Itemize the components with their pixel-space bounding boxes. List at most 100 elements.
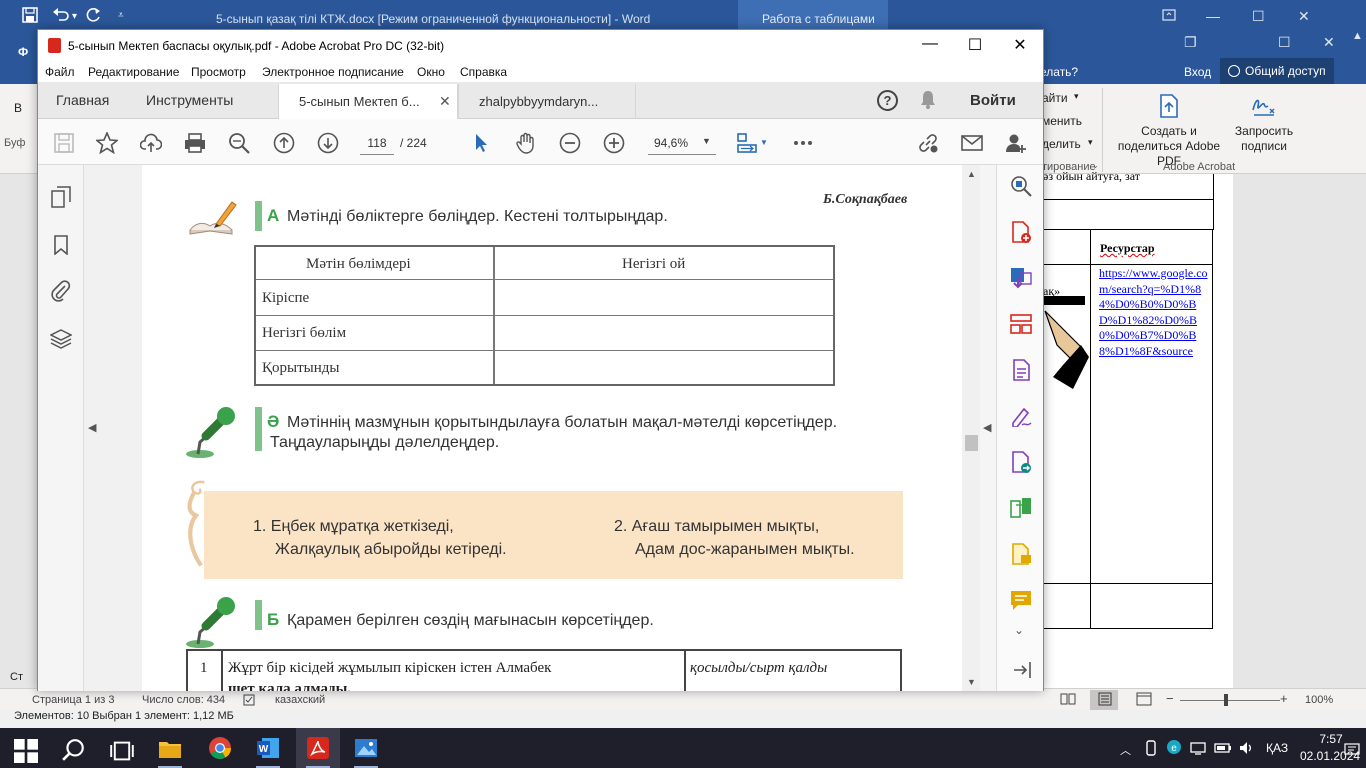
tray-overflow-icon[interactable]: ︿ xyxy=(1120,742,1131,758)
menu-file[interactable]: Файл xyxy=(45,65,75,79)
search-icon[interactable] xyxy=(62,738,86,762)
web-layout-icon[interactable] xyxy=(1136,692,1152,709)
word-ribbon-display-icon[interactable] xyxy=(1162,8,1176,25)
scroll-up-icon[interactable]: ▲ xyxy=(967,169,976,179)
word-maximize-icon[interactable]: ☐ xyxy=(1252,8,1265,25)
organize-pages-icon[interactable] xyxy=(1010,313,1032,335)
hand-tool-icon[interactable] xyxy=(515,132,537,154)
photos-app-icon[interactable] xyxy=(354,736,378,760)
acrobat-app-icon[interactable] xyxy=(306,736,330,760)
notification-icon[interactable] xyxy=(1344,743,1360,757)
acrobat-minimize-icon[interactable]: — xyxy=(915,35,945,53)
tray-device-icon[interactable] xyxy=(1144,740,1158,756)
word2-close-icon[interactable]: ✕ xyxy=(1323,34,1335,51)
compare-files-icon[interactable] xyxy=(1010,497,1032,519)
menu-view[interactable]: Просмотр xyxy=(191,65,246,79)
acrobat-vertical-scrollbar[interactable]: ▲ ▼ xyxy=(963,165,980,691)
task-view-icon[interactable] xyxy=(110,739,134,763)
prepare-form-icon[interactable] xyxy=(1010,543,1032,565)
file-explorer-icon[interactable] xyxy=(158,737,182,761)
acrobat-close-icon[interactable]: ✕ xyxy=(1005,35,1035,55)
right-pane-toggle[interactable]: ◀ xyxy=(980,165,996,691)
menu-esign[interactable]: Электронное подписание xyxy=(262,65,404,79)
signin-button[interactable]: Войти xyxy=(970,92,1016,109)
zoom-out-icon[interactable]: − xyxy=(1166,691,1174,706)
word-status-page[interactable]: Страница 1 из 3 xyxy=(32,694,114,706)
read-mode-icon[interactable] xyxy=(1060,692,1076,709)
help-icon[interactable]: ? xyxy=(877,90,898,111)
tab-document-1[interactable]: 5-сынып Мектеп б... ✕ xyxy=(278,84,458,119)
page-number-input[interactable]: 118 xyxy=(360,131,394,155)
word-save-icon[interactable] xyxy=(22,7,38,27)
menu-help[interactable]: Справка xyxy=(460,65,507,79)
scroll-down-icon[interactable]: ▼ xyxy=(967,677,976,687)
attachments-icon[interactable] xyxy=(51,280,71,302)
word-vertical-scrollbar[interactable] xyxy=(1345,174,1366,688)
word-find-caret-icon[interactable]: ▾ xyxy=(1074,91,1079,102)
word-select-caret-icon[interactable]: ▾ xyxy=(1088,137,1093,148)
tray-clock-time[interactable]: 7:57 xyxy=(1314,732,1348,746)
word-select-button[interactable]: делить xyxy=(1042,137,1081,151)
tray-battery-icon[interactable] xyxy=(1214,741,1232,755)
windows-start-icon[interactable] xyxy=(14,739,38,763)
word-app-icon[interactable]: W xyxy=(256,736,280,760)
word2-maximize-icon[interactable]: ☐ xyxy=(1278,34,1291,51)
page-thumbnails-icon[interactable] xyxy=(51,186,71,208)
fill-sign-icon[interactable] xyxy=(1010,405,1032,427)
word2-restore-icon[interactable]: ❐ xyxy=(1184,34,1197,51)
word-customize-qat-icon[interactable]: ⩡ xyxy=(118,10,124,21)
bookmarks-icon[interactable] xyxy=(53,235,69,255)
tray-volume-icon[interactable] xyxy=(1238,740,1254,756)
tray-network-icon[interactable] xyxy=(1190,740,1206,756)
scroll-thumb[interactable] xyxy=(965,435,978,451)
collapse-left-pane-icon[interactable]: ◀ xyxy=(88,421,96,434)
email-icon[interactable] xyxy=(961,132,983,154)
chrome-icon[interactable] xyxy=(208,736,232,760)
expand-right-pane-icon[interactable]: ◀ xyxy=(983,421,991,434)
more-tools-icon[interactable] xyxy=(792,132,814,154)
page-down-icon[interactable] xyxy=(317,132,339,154)
menu-edit[interactable]: Редактирование xyxy=(88,65,179,79)
word-undo-dropdown-icon[interactable]: ▾ xyxy=(72,11,77,22)
spellcheck-icon[interactable] xyxy=(243,694,257,709)
enhance-scan-icon[interactable] xyxy=(1010,175,1032,197)
print-icon[interactable] xyxy=(184,132,206,154)
word-replace-button[interactable]: менить xyxy=(1042,114,1082,128)
word-tell-me[interactable]: елать? xyxy=(1040,65,1078,79)
word-minimize-icon[interactable]: — xyxy=(1206,8,1220,24)
send-for-signature-icon[interactable] xyxy=(1010,451,1032,473)
word-status-zoom[interactable]: 100% xyxy=(1305,694,1333,706)
zoom-slider[interactable] xyxy=(1180,700,1280,701)
word-resource-link[interactable]: https://www.google.com/search?q=%D1%84%D… xyxy=(1099,266,1209,359)
word-redo-icon[interactable] xyxy=(86,7,102,27)
page-up-icon[interactable] xyxy=(273,132,295,154)
tab-document-2[interactable]: zhalpybbyymdaryn... xyxy=(458,84,636,119)
export-pdf-icon[interactable] xyxy=(1010,267,1032,289)
bookmark-star-icon[interactable] xyxy=(96,132,118,154)
tray-app-icon[interactable]: e xyxy=(1166,739,1182,755)
word-find-button[interactable]: айти xyxy=(1042,91,1068,105)
search-zoom-icon[interactable] xyxy=(228,132,250,154)
word-login-link[interactable]: Вход xyxy=(1184,65,1211,79)
menu-window[interactable]: Окно xyxy=(417,65,445,79)
zoom-in-icon[interactable] xyxy=(603,132,625,154)
word-request-sign-button[interactable]: Запросить подписи xyxy=(1230,92,1298,154)
word-status-words[interactable]: Число слов: 434 xyxy=(142,694,225,706)
word-status-language[interactable]: казахский xyxy=(275,694,325,706)
zoom-in-icon[interactable]: + xyxy=(1280,691,1288,706)
comment-icon[interactable] xyxy=(1010,589,1032,611)
word-create-pdf-button[interactable]: Создать и поделиться Adobe PDF xyxy=(1108,92,1230,169)
word-close-icon[interactable]: ✕ xyxy=(1298,8,1310,25)
share-link-icon[interactable] xyxy=(917,132,939,154)
create-pdf-icon[interactable] xyxy=(1010,221,1032,243)
zoom-out-icon[interactable] xyxy=(559,132,581,154)
tab-tools[interactable]: Инструменты xyxy=(146,82,233,119)
word2-scroll-up-icon[interactable]: ▲ xyxy=(1352,30,1363,42)
tab-home[interactable]: Главная xyxy=(56,82,109,119)
page-display-dropdown-icon[interactable]: ▼ xyxy=(760,138,768,147)
page-display-icon[interactable] xyxy=(736,132,758,154)
word-share-button[interactable]: Общий доступ xyxy=(1220,58,1334,84)
layers-icon[interactable] xyxy=(50,328,72,350)
acrobat-maximize-icon[interactable]: ☐ xyxy=(960,35,990,55)
add-person-icon[interactable] xyxy=(1005,132,1027,154)
